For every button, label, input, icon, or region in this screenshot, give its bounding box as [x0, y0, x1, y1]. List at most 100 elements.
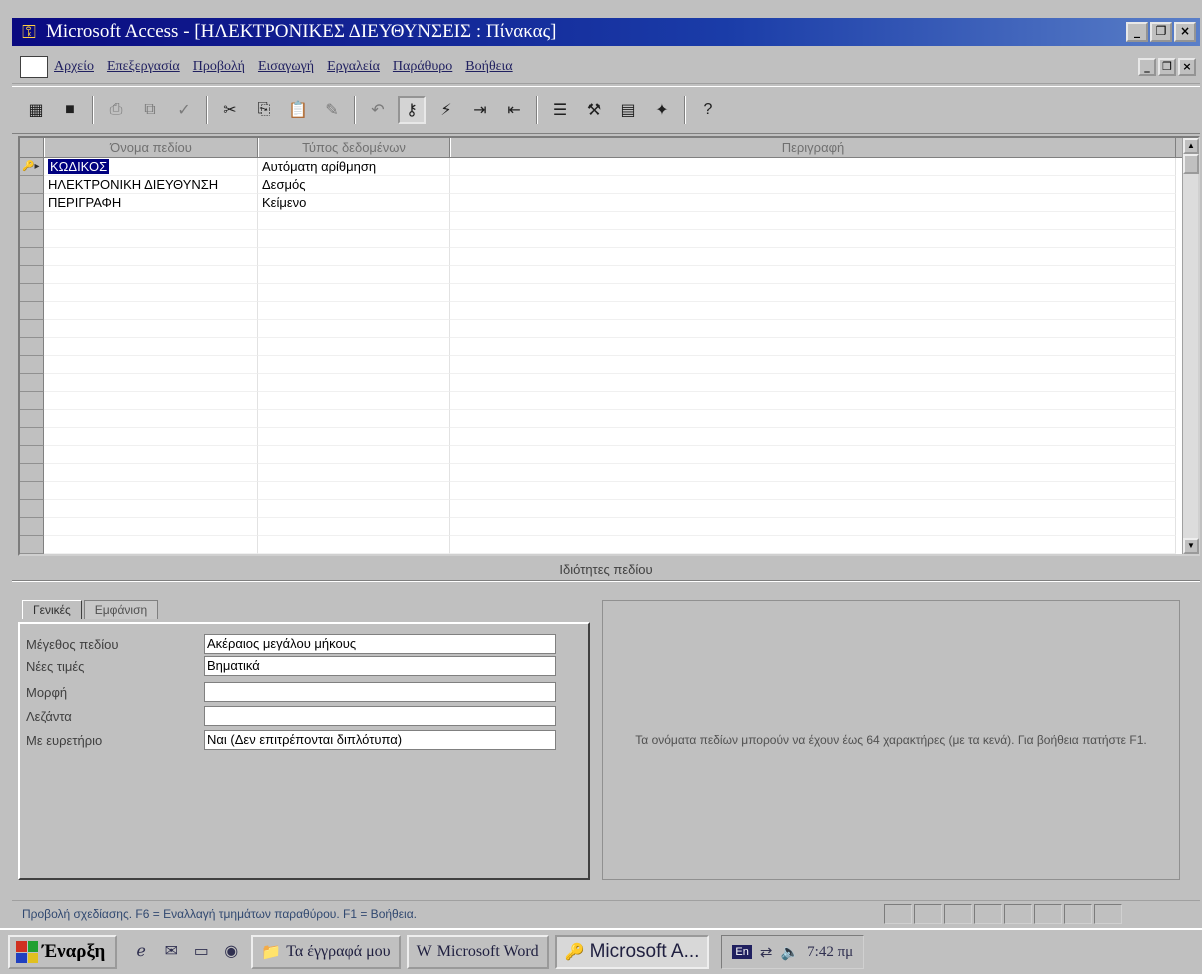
empty-cell[interactable]	[258, 518, 450, 536]
empty-cell[interactable]	[450, 320, 1176, 338]
row-selector[interactable]	[20, 176, 44, 194]
view-icon[interactable]: ▦	[22, 96, 50, 124]
empty-table-row[interactable]	[20, 410, 1198, 428]
vertical-scrollbar[interactable]: ▲ ▼	[1182, 138, 1199, 554]
empty-cell[interactable]	[450, 266, 1176, 284]
taskbar-button-access[interactable]: 🔑 Microsoft A...	[554, 935, 710, 969]
format-input[interactable]	[204, 682, 556, 702]
primary-key-marker-icon[interactable]: 🔑▸	[20, 158, 44, 176]
row-selector[interactable]	[20, 356, 44, 374]
empty-cell[interactable]	[258, 266, 450, 284]
row-selector[interactable]	[20, 446, 44, 464]
empty-cell[interactable]	[44, 464, 258, 482]
row-selector[interactable]	[20, 230, 44, 248]
window-titlebar[interactable]: ⚿ Microsoft Access - [ΗΛΕΚΤΡΟΝΙΚΕΣ ΔΙΕΥΘ…	[12, 18, 1200, 46]
empty-table-row[interactable]	[20, 302, 1198, 320]
doc-minimize-button[interactable]: _	[1138, 57, 1156, 76]
empty-table-row[interactable]	[20, 374, 1198, 392]
help-icon[interactable]: ?	[694, 96, 722, 124]
indexes-icon[interactable]: ⚡	[432, 96, 460, 124]
paste-icon[interactable]: 📋	[284, 96, 312, 124]
empty-cell[interactable]	[44, 230, 258, 248]
row-selector[interactable]	[20, 320, 44, 338]
description-cell[interactable]	[450, 158, 1176, 176]
scroll-up-icon[interactable]: ▲	[1183, 138, 1199, 154]
copy-icon[interactable]: ⎘	[250, 96, 278, 124]
menu-edit[interactable]: Επεξεργασία	[107, 59, 180, 75]
table-document-icon[interactable]	[20, 55, 48, 78]
menu-view[interactable]: Προβολή	[193, 59, 245, 75]
empty-table-row[interactable]	[20, 338, 1198, 356]
empty-cell[interactable]	[258, 302, 450, 320]
empty-cell[interactable]	[258, 338, 450, 356]
empty-cell[interactable]	[258, 356, 450, 374]
row-selector[interactable]	[20, 338, 44, 356]
print-preview-icon[interactable]: ⧉	[136, 96, 164, 124]
taskbar-button-word[interactable]: W Microsoft Word	[406, 935, 549, 969]
empty-table-row[interactable]	[20, 464, 1198, 482]
row-selector[interactable]	[20, 500, 44, 518]
row-selector[interactable]	[20, 536, 44, 554]
delete-rows-icon[interactable]: ⇤	[500, 96, 528, 124]
empty-cell[interactable]	[450, 536, 1176, 554]
empty-cell[interactable]	[44, 374, 258, 392]
outlook-express-icon[interactable]: ✉	[159, 940, 183, 964]
print-icon[interactable]: ⎙	[102, 96, 130, 124]
empty-cell[interactable]	[44, 518, 258, 536]
row-selector[interactable]	[20, 266, 44, 284]
empty-cell[interactable]	[44, 410, 258, 428]
row-selector[interactable]	[20, 392, 44, 410]
empty-cell[interactable]	[258, 374, 450, 392]
speaker-icon[interactable]: 🔈	[780, 943, 799, 962]
field-name-cell[interactable]: ΚΩΔΙΚΟΣ	[44, 158, 258, 176]
empty-cell[interactable]	[44, 356, 258, 374]
menu-help[interactable]: Βοήθεια	[465, 59, 512, 75]
row-selector[interactable]	[20, 374, 44, 392]
data-type-cell[interactable]: Κείμενο	[258, 194, 450, 212]
row-selector[interactable]	[20, 212, 44, 230]
table-row[interactable]: 🔑▸ ΚΩΔΙΚΟΣ Αυτόματη αρίθμηση	[20, 158, 1198, 176]
empty-cell[interactable]	[44, 212, 258, 230]
primary-key-icon[interactable]: ⚷	[398, 96, 426, 124]
row-selector[interactable]	[20, 518, 44, 536]
row-selector[interactable]	[20, 248, 44, 266]
empty-cell[interactable]	[44, 428, 258, 446]
empty-cell[interactable]	[258, 464, 450, 482]
empty-table-row[interactable]	[20, 428, 1198, 446]
scroll-thumb[interactable]	[1183, 154, 1199, 174]
build-icon[interactable]: ⚒	[580, 96, 608, 124]
row-selector[interactable]	[20, 284, 44, 302]
empty-table-row[interactable]	[20, 446, 1198, 464]
empty-cell[interactable]	[450, 302, 1176, 320]
empty-cell[interactable]	[258, 248, 450, 266]
taskbar-button-my-documents[interactable]: 📁 Τα έγγραφά μου	[251, 935, 401, 969]
empty-cell[interactable]	[44, 320, 258, 338]
empty-cell[interactable]	[450, 248, 1176, 266]
row-selector[interactable]	[20, 482, 44, 500]
empty-cell[interactable]	[258, 212, 450, 230]
empty-cell[interactable]	[450, 464, 1176, 482]
new-values-input[interactable]: Βηματικά	[204, 656, 556, 676]
empty-cell[interactable]	[450, 500, 1176, 518]
empty-cell[interactable]	[44, 266, 258, 284]
empty-cell[interactable]	[258, 320, 450, 338]
empty-cell[interactable]	[44, 500, 258, 518]
empty-cell[interactable]	[450, 338, 1176, 356]
minimize-button[interactable]: _	[1126, 22, 1148, 42]
empty-cell[interactable]	[44, 302, 258, 320]
network-icon[interactable]: ⇄	[760, 943, 773, 962]
empty-cell[interactable]	[44, 482, 258, 500]
empty-table-row[interactable]	[20, 284, 1198, 302]
empty-cell[interactable]	[258, 392, 450, 410]
table-row[interactable]: ΠΕΡΙΓΡΑΦΗ Κείμενο	[20, 194, 1198, 212]
spelling-icon[interactable]: ✓	[170, 96, 198, 124]
close-button[interactable]: ×	[1174, 22, 1196, 42]
empty-cell[interactable]	[450, 446, 1176, 464]
database-window-icon[interactable]: ▤	[614, 96, 642, 124]
empty-table-row[interactable]	[20, 230, 1198, 248]
menu-file[interactable]: Αρχείο	[54, 59, 94, 75]
menu-window[interactable]: Παράθυρο	[393, 59, 452, 75]
save-icon[interactable]: ■	[56, 96, 84, 124]
properties-icon[interactable]: ☰	[546, 96, 574, 124]
row-selector[interactable]	[20, 302, 44, 320]
